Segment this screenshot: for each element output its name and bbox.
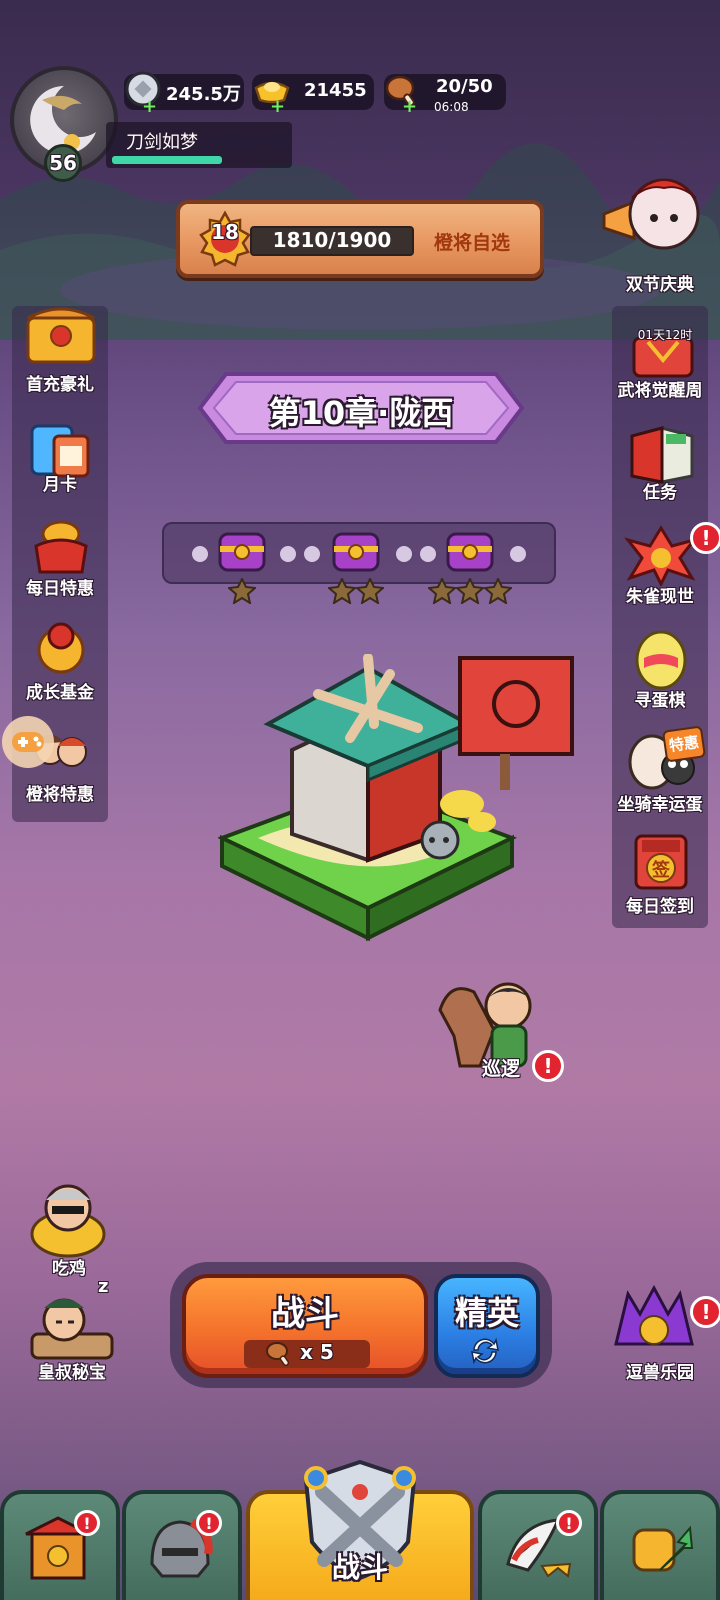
star-icon [228,578,256,604]
gamepad-icon [12,732,44,752]
menu-tasks[interactable]: 任务 [604,478,716,503]
menu-phoenix[interactable]: 朱雀现世 [604,582,716,607]
elite-button-label: 精英 [454,1294,519,1332]
menu-mount-lucky-egg[interactable]: 坐骑幸运蛋 [604,790,716,815]
progress-dot [304,546,320,562]
chicken-hero-icon[interactable] [22,1180,116,1258]
star-icon [484,578,512,604]
progress-dot [280,546,296,562]
nav-city-alert: ! [74,1510,100,1536]
beast-park-alert-badge: ! [690,1296,720,1328]
sleep-z-label: z [98,1276,109,1297]
progress-dot [510,546,526,562]
money-bag-icon[interactable] [30,620,92,680]
festival-hero-icon[interactable] [584,158,712,268]
silver-amount: 245.5万 [166,84,241,105]
gold-amount: 21455 [304,80,367,101]
star-icon [428,578,456,604]
star-chest-3-icon[interactable] [442,526,498,576]
chapter-title: 第10章·陇西 [268,394,454,432]
battle-button-label: 战斗 [271,1294,339,1334]
add-silver-icon[interactable]: + [142,98,157,116]
nav-equipment-alert: ! [556,1510,582,1536]
star-chest-1-icon[interactable] [214,526,270,576]
stamina-amount: 20/50 [436,76,493,97]
experience-bar [112,156,222,164]
menu-double-festival[interactable]: 双节庆典 [604,270,716,295]
progress-dot [192,546,208,562]
menu-daily-sign-in[interactable]: 每日签到 [604,892,716,917]
awaken-timer: 01天12时 [637,328,693,342]
beast-park-icon[interactable] [608,1284,700,1360]
player-name: 刀剑如梦 [126,132,198,153]
menu-daily-deal[interactable]: 每日特惠 [12,574,108,599]
chapter-stage-building[interactable] [218,654,578,954]
menu-monthly-card[interactable]: 月卡 [12,470,108,495]
phoenix-icon[interactable] [622,524,700,586]
sleeping-uncle-icon[interactable] [24,1290,120,1362]
menu-egg-chess[interactable]: 寻蛋棋 [604,686,716,711]
menu-growth-fund[interactable]: 成长基金 [12,678,108,703]
menu-uncle-treasure[interactable]: 皇叔秘宝 [18,1358,126,1383]
nav-battle-label: 战斗 [331,1551,388,1584]
patrol-label[interactable]: 巡逻 [466,1054,536,1081]
phoenix-alert-badge: ! [690,522,720,554]
mount-egg-deal-tag: 特惠 [661,725,707,763]
treasure-chest-icon[interactable] [22,304,100,368]
star-icon [328,578,356,604]
stamina-timer: 06:08 [434,100,469,114]
gift-bag-icon[interactable] [26,516,96,576]
menu-first-recharge[interactable]: 首充豪礼 [12,370,108,395]
menu-hero-awaken-week[interactable]: 武将觉醒周 [604,376,716,401]
progress-dot [396,546,412,562]
add-gold-icon[interactable]: + [270,98,285,116]
star-chest-2-icon[interactable] [328,526,384,576]
power-fist-icon [632,1525,694,1572]
nav-heroes-alert: ! [196,1510,222,1536]
add-stamina-icon[interactable]: + [402,98,417,116]
menu-orange-hero-deal[interactable]: 橙将特惠 [12,780,108,805]
drumstick-icon [266,1342,290,1367]
player-level-badge: 56 [44,144,82,182]
progress-dot [420,546,436,562]
banner-action-label[interactable]: 橙将自选 [434,228,510,255]
egg-icon[interactable] [626,628,696,690]
banner-level: 18 [211,220,239,244]
patrol-alert-badge: ! [532,1050,564,1082]
menu-beast-park[interactable]: 逗兽乐园 [604,1358,716,1383]
sign-in-stamp: 签 [652,860,670,881]
star-icon [356,578,384,604]
banner-progress-text: 1810/1900 [272,228,392,252]
task-book-icon[interactable] [626,422,698,484]
refresh-icon [471,1337,499,1365]
star-icon [456,578,484,604]
battle-cost-text: x 5 [300,1340,334,1364]
